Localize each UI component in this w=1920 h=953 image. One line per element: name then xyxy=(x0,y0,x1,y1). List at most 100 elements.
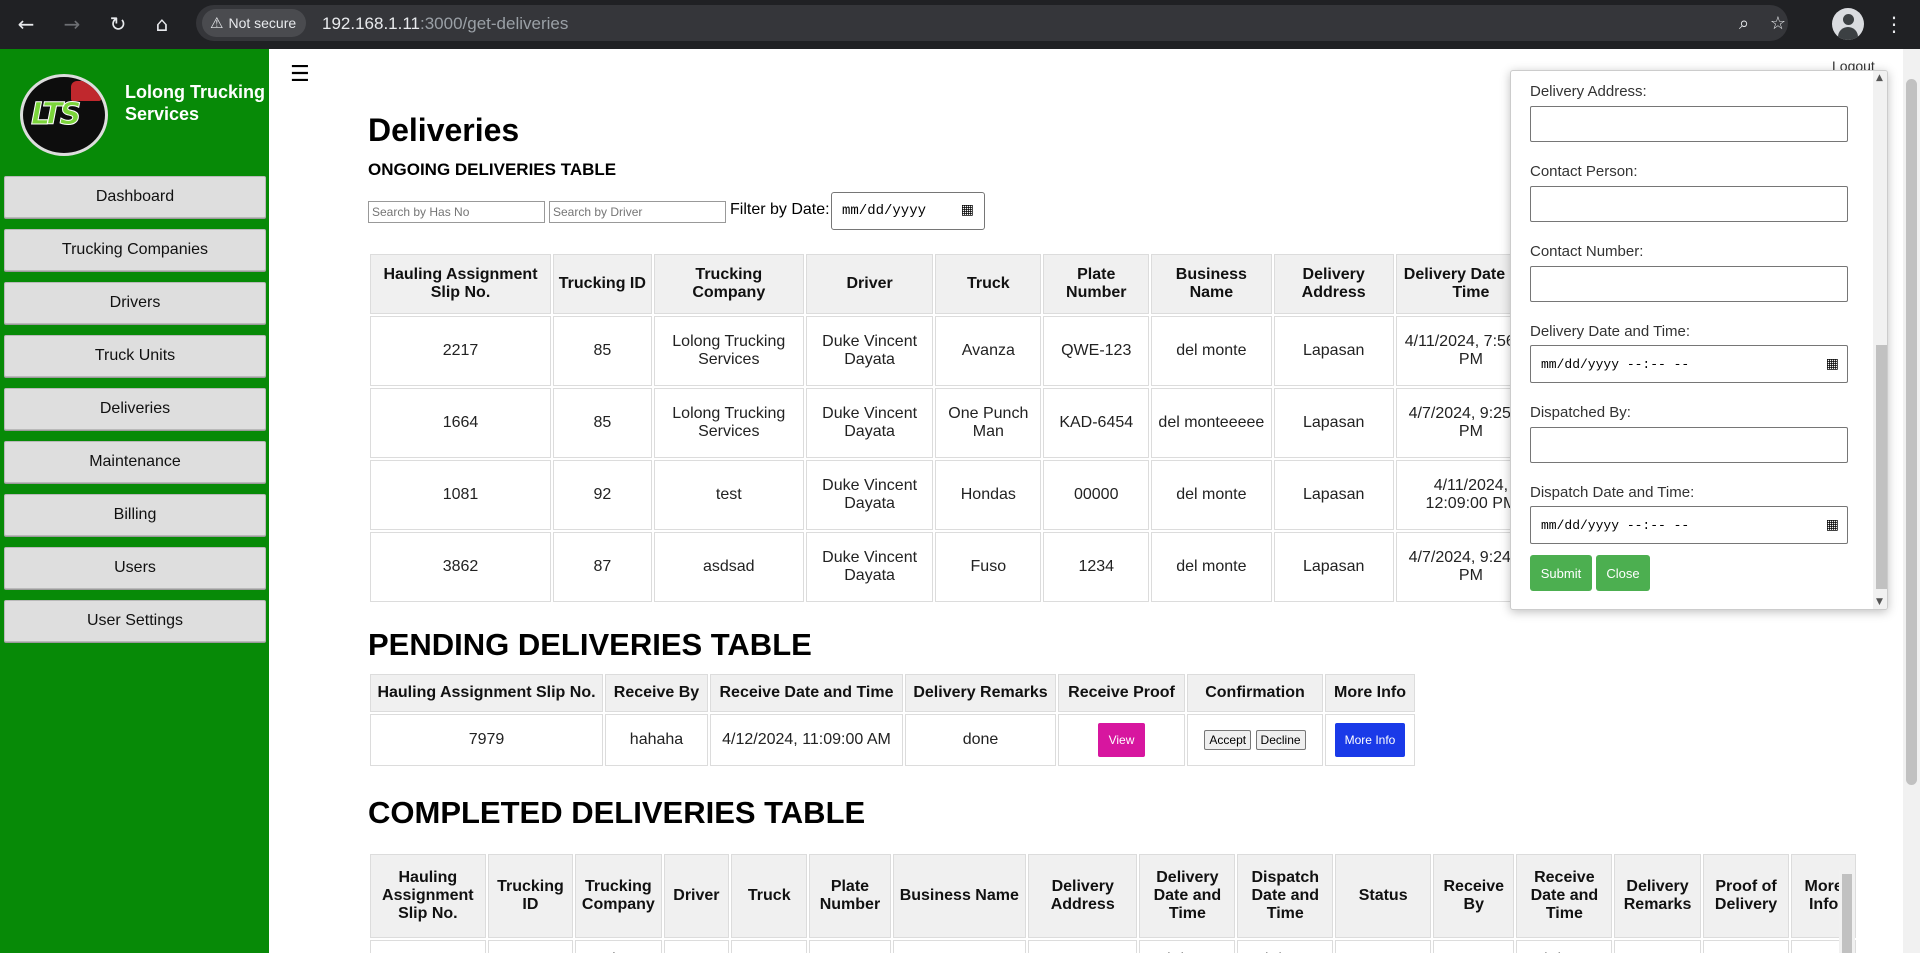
url-path: :3000/get-deliveries xyxy=(420,14,569,33)
sidebar-item-trucking-companies[interactable]: Trucking Companies xyxy=(4,229,266,271)
cell: 85 xyxy=(552,316,652,386)
col-header: Trucking Company xyxy=(575,854,662,938)
cell: Lolong Trucking Services xyxy=(653,388,804,458)
close-button[interactable]: Close xyxy=(1596,555,1650,591)
url-host: 192.168.1.11 xyxy=(322,14,420,33)
browser-toolbar: ← → ↻ ⌂ ⚠ Not secure 192.168.1.11:3000/g… xyxy=(0,0,1920,49)
cell: done xyxy=(905,714,1056,766)
submit-button[interactable]: Submit xyxy=(1530,555,1592,591)
filter-date-input[interactable]: mm/dd/yyyy ▦ xyxy=(831,192,985,230)
col-header: Dispatch Date and Time xyxy=(1237,854,1334,938)
home-icon[interactable]: ⌂ xyxy=(146,8,178,40)
calendar-icon[interactable]: ▦ xyxy=(961,202,974,218)
col-header: Delivery Remarks xyxy=(905,674,1056,712)
address-bar[interactable]: ⚠ Not secure 192.168.1.11:3000/get-deliv… xyxy=(196,5,1788,41)
delivery-datetime-input[interactable]: mm/dd/yyyy --:-- -- ▦ xyxy=(1530,345,1848,383)
forward-icon[interactable]: → xyxy=(56,8,88,40)
cell: Lapasan xyxy=(1273,316,1394,386)
cell: Lolong Trucking Services xyxy=(653,316,804,386)
cell: Avanza xyxy=(935,316,1042,386)
hamburger-icon[interactable]: ☰ xyxy=(290,62,310,87)
contact-number-label: Contact Number: xyxy=(1530,243,1644,260)
col-header: Receive By xyxy=(1433,854,1515,938)
col-header: Driver xyxy=(805,254,934,314)
cell: 92 xyxy=(552,460,652,530)
reload-icon[interactable]: ↻ xyxy=(102,8,134,40)
table-row: 7979 hahaha 4/12/2024, 11:09:00 AM done … xyxy=(370,714,1415,766)
cell: Duke Vincent Dayata xyxy=(805,388,934,458)
col-header: Hauling Assignment Slip No. xyxy=(370,854,486,938)
sidebar-item-users[interactable]: Users xyxy=(4,547,266,589)
browser-menu-icon[interactable]: ⋮ xyxy=(1882,8,1906,40)
search-driver-input[interactable] xyxy=(549,201,726,223)
sidebar-item-drivers[interactable]: Drivers xyxy=(4,282,266,324)
sidebar-item-maintenance[interactable]: Maintenance xyxy=(4,441,266,483)
cell xyxy=(370,940,486,953)
sidebar-item-billing[interactable]: Billing xyxy=(4,494,266,536)
calendar-icon[interactable]: ▦ xyxy=(1826,356,1839,372)
cell: Fuso xyxy=(935,532,1042,602)
cell: Duke Vincent Dayata xyxy=(805,460,934,530)
cell: KAD-6454 xyxy=(1043,388,1150,458)
search-has-input[interactable] xyxy=(368,201,545,223)
contact-person-input[interactable] xyxy=(1530,186,1848,222)
col-header: Receive Date and Time xyxy=(710,674,903,712)
sidebar-item-user-settings[interactable]: User Settings xyxy=(4,600,266,642)
cell: Duke Vincent Dayata xyxy=(805,316,934,386)
profile-avatar[interactable] xyxy=(1832,8,1864,40)
view-proof-button[interactable]: View xyxy=(1097,723,1146,757)
company-logo: LTS xyxy=(20,74,108,156)
page-scrollbar[interactable] xyxy=(1903,49,1920,953)
sidebar: LTS Lolong Trucking Services Dashboard T… xyxy=(0,49,269,953)
delivery-address-input[interactable] xyxy=(1530,106,1848,142)
contact-person-label: Contact Person: xyxy=(1530,163,1638,180)
security-chip[interactable]: ⚠ Not secure xyxy=(202,9,307,37)
col-header: Proof of Delivery xyxy=(1702,854,1790,938)
scroll-down-icon[interactable]: ▼ xyxy=(1876,597,1883,607)
col-header: More Info xyxy=(1325,674,1415,712)
col-header: Truck xyxy=(935,254,1042,314)
col-header: Receive Date and Time xyxy=(1516,854,1613,938)
table-scrollbar[interactable] xyxy=(1839,870,1855,953)
cell: 1081 xyxy=(370,460,551,530)
datetime-placeholder: mm/dd/yyyy --:-- -- xyxy=(1541,517,1690,533)
col-header: Trucking ID xyxy=(552,254,652,314)
col-header: Status xyxy=(1335,854,1432,938)
cell: 4/7/2024 xyxy=(1139,940,1236,953)
ongoing-title: ONGOING DELIVERIES TABLE xyxy=(368,160,617,179)
cell: Lapasan xyxy=(1273,388,1394,458)
more-info-button[interactable]: More Info xyxy=(1334,723,1406,757)
url-text[interactable]: 192.168.1.11:3000/get-deliveries xyxy=(322,14,568,34)
decline-button[interactable]: Decline xyxy=(1255,730,1306,750)
zoom-icon[interactable]: ⌕ xyxy=(1732,11,1756,35)
contact-number-input[interactable] xyxy=(1530,266,1848,302)
cell: 87 xyxy=(552,532,652,602)
bookmark-star-icon[interactable]: ☆ xyxy=(1766,11,1790,35)
delivery-datetime-label: Delivery Date and Time: xyxy=(1530,323,1691,340)
sidebar-item-truck-units[interactable]: Truck Units xyxy=(4,335,266,377)
table-header-row: Hauling Assignment Slip No. Trucking ID … xyxy=(370,254,1546,314)
sidebar-item-deliveries[interactable]: Deliveries xyxy=(4,388,266,430)
table-row: 2217 85 Lolong Trucking Services Duke Vi… xyxy=(370,316,1546,386)
col-header: Delivery Address xyxy=(1028,854,1138,938)
table-row: 1664 85 Lolong Trucking Services Duke Vi… xyxy=(370,388,1546,458)
cell: Lapasan xyxy=(1273,532,1394,602)
accept-button[interactable]: Accept xyxy=(1204,730,1252,750)
cell: QWE-123 xyxy=(1043,316,1150,386)
cell: test xyxy=(653,460,804,530)
sidebar-item-dashboard[interactable]: Dashboard xyxy=(4,176,266,218)
cell: 4/12/2024, 11:09:00 AM xyxy=(710,714,903,766)
scroll-up-icon[interactable]: ▲ xyxy=(1876,73,1883,83)
calendar-icon[interactable]: ▦ xyxy=(1826,517,1839,533)
dispatch-datetime-input[interactable]: mm/dd/yyyy --:-- -- ▦ xyxy=(1530,506,1848,544)
cell xyxy=(1433,940,1515,953)
back-icon[interactable]: ← xyxy=(10,8,42,40)
ongoing-deliveries-table: Hauling Assignment Slip No. Trucking ID … xyxy=(368,252,1548,604)
cell: del monte xyxy=(1151,316,1272,386)
dispatched-by-input[interactable] xyxy=(1530,427,1848,463)
cell: 4/7/2024 xyxy=(1237,940,1334,953)
cell xyxy=(892,940,1026,953)
brand-name: Lolong Trucking Services xyxy=(125,82,265,124)
modal-scrollbar[interactable]: ▲ ▼ xyxy=(1873,71,1887,609)
filter-date-label: Filter by Date: xyxy=(730,201,830,218)
